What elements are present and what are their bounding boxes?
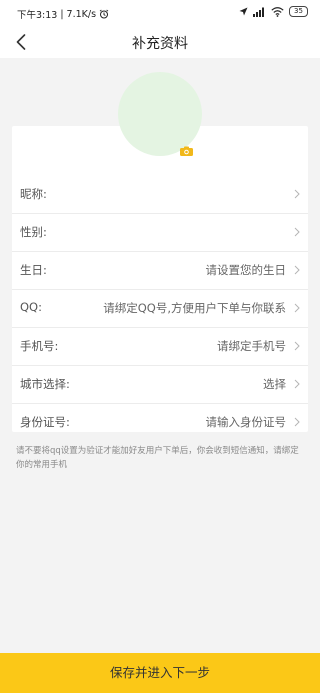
- row-label: 城市选择:: [20, 377, 70, 391]
- chevron-right-icon: [294, 417, 300, 427]
- chevron-right-icon: [294, 379, 300, 389]
- page-title: 补充资料: [132, 36, 188, 52]
- signal-icon: [253, 7, 264, 17]
- row-value: 选择: [263, 377, 286, 391]
- status-time: 下午3:13: [17, 10, 58, 21]
- form-row-gender[interactable]: 性别:: [12, 214, 308, 252]
- chevron-right-icon: [294, 265, 300, 275]
- alarm-icon: [99, 9, 109, 19]
- form-row-nickname[interactable]: 昵称:: [12, 176, 308, 214]
- status-left: 下午3:13 | 7.1K/s: [17, 7, 109, 21]
- row-label: 生日:: [20, 263, 47, 277]
- nav-bar: 补充资料: [0, 26, 320, 58]
- chevron-right-icon: [294, 189, 300, 199]
- avatar: [118, 72, 202, 156]
- chevron-right-icon: [294, 303, 300, 313]
- row-value: 请绑定手机号: [217, 339, 286, 353]
- status-right: 35: [239, 6, 308, 17]
- camera-icon: [180, 146, 193, 156]
- profile-form-card: 昵称: 性别: 生日: 请设置您的生日 QQ: 请绑定QQ号,方便用户下单与你联…: [12, 126, 308, 432]
- status-divider: |: [60, 8, 64, 20]
- row-value: 请设置您的生日: [205, 263, 287, 277]
- chevron-right-icon: [294, 341, 300, 351]
- row-label: 手机号:: [20, 339, 59, 353]
- form-row-id-number[interactable]: 身份证号: 请输入身份证号: [12, 404, 308, 441]
- status-bar: 下午3:13 | 7.1K/s 35: [0, 0, 320, 26]
- form-row-qq[interactable]: QQ: 请绑定QQ号,方便用户下单与你联系: [12, 290, 308, 328]
- row-label: 身份证号:: [20, 415, 70, 429]
- profile-form: 昵称: 性别: 生日: 请设置您的生日 QQ: 请绑定QQ号,方便用户下单与你联…: [12, 176, 308, 441]
- save-and-next-button[interactable]: 保存并进入下一步: [0, 653, 320, 693]
- battery-icon: 35: [289, 6, 308, 17]
- form-row-birthday[interactable]: 生日: 请设置您的生日: [12, 252, 308, 290]
- row-label: 昵称:: [20, 187, 47, 201]
- row-label: 性别:: [20, 225, 47, 239]
- row-value: 请绑定QQ号,方便用户下单与你联系: [103, 301, 286, 315]
- location-icon: [239, 7, 248, 15]
- row-value: 请输入身份证号: [205, 415, 287, 429]
- avatar-upload[interactable]: [118, 72, 202, 156]
- chevron-right-icon: [294, 227, 300, 237]
- row-label: QQ:: [20, 300, 42, 314]
- wifi-icon: [271, 6, 284, 17]
- form-row-phone[interactable]: 手机号: 请绑定手机号: [12, 328, 308, 366]
- notice-text: 请不要将qq设置为验证才能加好友用户下单后，你会收到短信通知，请绑定你的常用手机: [16, 446, 299, 470]
- form-row-city[interactable]: 城市选择: 选择: [12, 366, 308, 404]
- status-network-speed: 7.1K/s: [66, 8, 97, 20]
